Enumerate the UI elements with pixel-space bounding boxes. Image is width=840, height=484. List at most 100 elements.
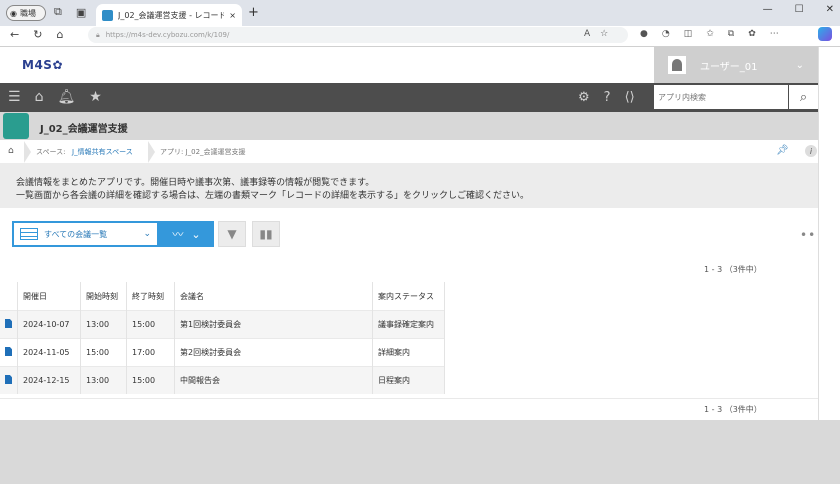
lock-icon: 🔒︎	[96, 30, 100, 39]
help-icon[interactable]: ?	[604, 90, 611, 105]
code-icon[interactable]: ⟨⟩	[625, 90, 635, 105]
app-meeting-icon	[3, 113, 29, 139]
breadcrumb-app[interactable]: アプリ: J_02_会議運営支援	[160, 147, 246, 157]
navbar-right-icons: ⚙ ? ⟨⟩	[578, 90, 635, 105]
list-view-icon	[20, 228, 38, 240]
cell-status: 議事録確定案内	[372, 310, 445, 339]
page-scrollbar[interactable]	[818, 47, 840, 420]
breadcrumb-separator	[24, 141, 31, 163]
cell-meeting-name: 第2回検討委員会	[174, 338, 373, 367]
logo[interactable]: M4S✿	[22, 58, 63, 72]
extensions-puzzle-icon[interactable]: ✿	[748, 29, 756, 39]
profile-icon: ◉	[10, 8, 17, 18]
cell-date: 2024-10-07	[17, 310, 81, 339]
more-menu-icon[interactable]: ⋯	[770, 29, 779, 39]
cell-end-time: 17:00	[126, 338, 175, 367]
logo-flower-icon: ✿	[52, 58, 63, 72]
extension-icon[interactable]: ●	[640, 29, 648, 39]
record-detail-link[interactable]	[0, 310, 18, 339]
cell-end-time: 15:00	[126, 366, 175, 394]
user-avatar-icon	[668, 56, 686, 74]
page-footer-area	[0, 420, 840, 484]
close-window-icon[interactable]: ✕	[826, 4, 834, 15]
chevron-down-icon: ⌄	[191, 227, 201, 241]
navbar-left-icons: ☰ ⌂ 🔔︎ ★	[8, 89, 102, 105]
breadcrumb-space-label: スペース:	[36, 148, 66, 156]
settings-gear-icon[interactable]: ⚙	[578, 90, 590, 105]
record-count-top: 1 - 3 （3件中）	[704, 265, 762, 274]
chart-button[interactable]: ▮▮	[252, 221, 280, 247]
record-detail-link[interactable]	[0, 338, 18, 367]
cell-start-time: 13:00	[80, 310, 127, 339]
bar-chart-icon: ▮▮	[259, 227, 273, 241]
nav-buttons: ← ↻ ⌂	[10, 28, 63, 41]
cell-date: 2024-12-15	[17, 366, 81, 394]
column-header-end-time[interactable]: 終了時刻	[126, 282, 175, 311]
maximize-icon[interactable]: ☐	[795, 4, 804, 15]
table-row: 2024-11-05 15:00 17:00 第2回検討委員会 詳細案内	[0, 338, 445, 367]
record-table: 開催日 開始時刻 終了時刻 会議名 案内ステータス 2024-10-07 13:…	[0, 282, 445, 394]
cell-start-time: 13:00	[80, 366, 127, 394]
pin-icon[interactable]: 📌︎	[776, 145, 789, 156]
column-header-status[interactable]: 案内ステータス	[372, 282, 445, 311]
collections-icon[interactable]: ⧉	[728, 29, 734, 39]
favorite-star-icon[interactable]: ☆	[600, 29, 608, 39]
document-icon	[5, 375, 12, 384]
description-line: 一覧画面から各会議の詳細を確認する場合は、左端の書類マーク「レコードの詳細を表示…	[16, 191, 530, 201]
filter-button[interactable]: ▼	[218, 221, 246, 247]
new-tab-button[interactable]: +	[248, 5, 259, 20]
table-row: 2024-12-15 13:00 15:00 中間報告会 日程案内	[0, 366, 445, 394]
copilot-icon[interactable]	[818, 27, 832, 41]
user-menu[interactable]: ユーザー_01 ⌄	[654, 47, 818, 83]
tab-favicon-icon	[102, 9, 113, 21]
active-tab[interactable]: J_02_会議運営支援 - レコードの一覧 ×	[96, 4, 242, 26]
tab-close-icon[interactable]: ×	[229, 11, 236, 20]
tab-title: J_02_会議運営支援 - レコードの一覧	[118, 10, 225, 20]
record-detail-link[interactable]	[0, 366, 18, 394]
record-count-bottom: 1 - 3 （3件中）	[704, 405, 762, 414]
cell-meeting-name: 第1回検討委員会	[174, 310, 373, 339]
favorites-icon[interactable]: ✩	[706, 29, 714, 39]
breadcrumb-space-link[interactable]: J_情報共有スペース	[72, 147, 133, 157]
address-bar[interactable]: 🔒︎ https://m4s-dev.cybozu.com/k/109/	[88, 27, 628, 43]
home-icon[interactable]: ⌂	[56, 28, 63, 41]
read-aloud-icon[interactable]: A	[584, 29, 590, 39]
description-line: 会議情報をまとめたアプリです。開催日時や議事次第、議事録等の情報が閲覧できます。	[16, 178, 375, 188]
minimize-icon[interactable]: —	[763, 4, 773, 15]
logo-text: M4S	[22, 58, 53, 72]
app-search-input[interactable]	[654, 85, 788, 109]
column-header-start-time[interactable]: 開始時刻	[80, 282, 127, 311]
portal-home-icon[interactable]: ⌂	[35, 89, 44, 105]
user-name: ユーザー_01	[700, 61, 758, 73]
split-screen-icon[interactable]: ◫	[684, 29, 693, 39]
column-header-date[interactable]: 開催日	[17, 282, 81, 311]
info-icon[interactable]: i	[805, 145, 817, 157]
column-header-meeting-name[interactable]: 会議名	[174, 282, 373, 311]
tab-actions-icon[interactable]: ▣	[76, 6, 86, 19]
refresh-icon[interactable]: ↻	[33, 28, 42, 41]
app-title: J_02_会議運営支援	[40, 124, 128, 135]
cell-end-time: 15:00	[126, 310, 175, 339]
search-button[interactable]: ⌕	[789, 85, 818, 109]
notification-bell-icon[interactable]: 🔔︎	[57, 89, 75, 105]
breadcrumb-home-icon[interactable]: ⌂	[8, 146, 14, 156]
menu-icon[interactable]: ☰	[8, 89, 21, 105]
chevron-down-icon: ⌄	[143, 229, 151, 239]
table-header-row: 開催日 開始時刻 終了時刻 会議名 案内ステータス	[0, 282, 445, 311]
back-icon[interactable]: ←	[10, 28, 19, 41]
cell-date: 2024-11-05	[17, 338, 81, 367]
browser-essentials-icon[interactable]: ◔	[662, 29, 670, 39]
profile-button[interactable]: ◉ 職場	[6, 5, 46, 21]
table-divider	[0, 398, 818, 399]
favorites-star-icon[interactable]: ★	[89, 89, 102, 105]
breadcrumb-separator	[148, 141, 155, 163]
profile-label: 職場	[19, 8, 36, 18]
cell-meeting-name: 中間報告会	[174, 366, 373, 394]
workspaces-icon[interactable]: ⧉	[54, 5, 62, 19]
cell-status: 日程案内	[372, 366, 445, 394]
view-selector-label: すべての会議一覧	[44, 229, 108, 239]
table-row: 2024-10-07 13:00 15:00 第1回検討委員会 議事録確定案内	[0, 310, 445, 339]
graph-button[interactable]: 〰 ⌄	[159, 221, 214, 247]
view-selector[interactable]: すべての会議一覧 ⌄	[12, 221, 159, 247]
url-text: https://m4s-dev.cybozu.com/k/109/	[105, 31, 230, 39]
